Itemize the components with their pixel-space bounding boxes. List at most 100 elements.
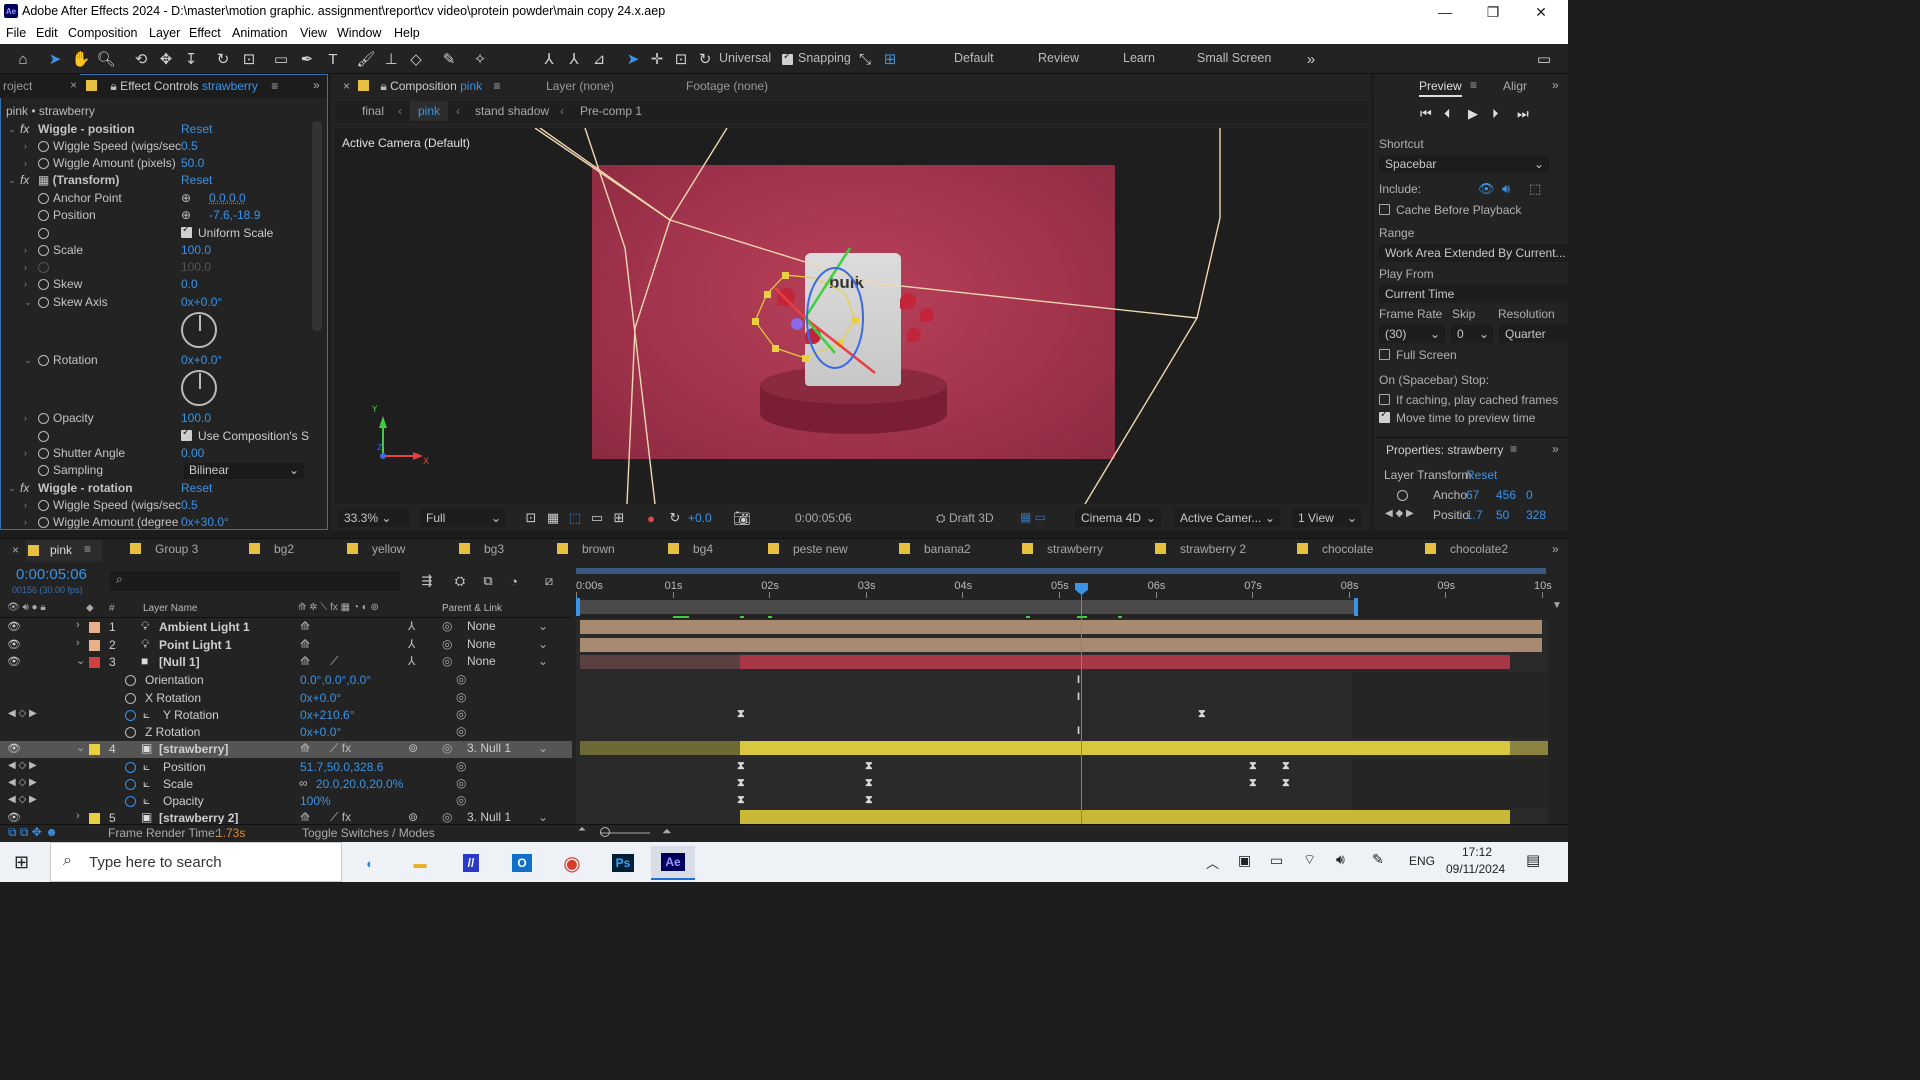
track-bar-point-light[interactable] <box>580 638 1542 652</box>
region-of-interest-icon[interactable]: ▭ <box>586 507 608 529</box>
effect-controls-tab[interactable]: 🔒︎ Effect Controls strawberry ≡ <box>86 79 278 94</box>
graph-editor-icon[interactable]: ⧄ <box>538 570 560 592</box>
3d-layer-icon[interactable]: ⊚ <box>408 810 418 824</box>
lock-icon[interactable]: 🔒︎ <box>110 79 116 93</box>
param-value[interactable]: 100.0 <box>181 411 211 425</box>
close-tab-icon[interactable]: × <box>343 79 350 93</box>
layer-name[interactable]: [strawberry 2] <box>159 811 238 825</box>
menu-view[interactable]: View <box>300 26 327 40</box>
pickwhip-icon[interactable]: ◎ <box>442 741 452 755</box>
quality-switch-icon[interactable]: ⟋ fx <box>330 810 351 825</box>
pen-icon[interactable]: ✎ <box>1372 851 1384 868</box>
cache-before-checkbox[interactable] <box>1379 204 1390 215</box>
track-bar-null[interactable] <box>740 655 1510 669</box>
shy-layers-icon[interactable]: ⧉ <box>477 570 499 592</box>
grid-guides-icon[interactable]: ⊞ <box>608 507 630 529</box>
layer-row[interactable]: 👁︎ ⌄ 3 ■ [Null 1] ⟰ ⟋ ⅄ ◎ None ⌄ <box>0 654 572 671</box>
viewer-timecode[interactable]: 0:00:05:06 <box>795 511 852 525</box>
timeline-tab[interactable]: chocolate <box>1297 542 1373 556</box>
layer-name[interactable]: [Null 1] <box>159 655 200 669</box>
keyframe-marker[interactable]: ⧗ <box>865 777 873 790</box>
composition-tab[interactable]: 🔒︎ Composition pink ≡ <box>358 79 501 94</box>
layer-search-input[interactable]: ⌕ <box>110 571 400 591</box>
graph-icon[interactable]: ⟀ <box>143 793 150 808</box>
align-tab[interactable]: Aligr <box>1503 79 1527 93</box>
workspace-default[interactable]: Default <box>954 51 994 65</box>
keyframe-marker[interactable]: ⧗ <box>1198 708 1206 721</box>
graph-icon[interactable]: ⟀ <box>143 759 150 774</box>
breadcrumb-stand-shadow[interactable]: stand shadow <box>475 104 549 118</box>
zoom-out-icon[interactable]: ⏶ <box>578 824 586 835</box>
shy-switch-icon[interactable]: ⟰ <box>300 637 310 651</box>
stopwatch-icon[interactable] <box>38 193 49 204</box>
menu-composition[interactable]: Composition <box>68 26 137 40</box>
anchor-y-value[interactable]: 456 <box>1496 488 1516 502</box>
pen-tool-icon[interactable]: ✒ <box>296 48 318 70</box>
prop-value[interactable]: 0.0°,0.0°,0.0° <box>300 673 371 687</box>
shortcut-dropdown[interactable]: Spacebar ⌄ <box>1379 155 1549 173</box>
windows-start-icon[interactable]: ⊞ <box>14 852 29 873</box>
move-time-checkbox[interactable] <box>1379 409 1390 423</box>
expand-layer-icon[interactable]: ⌄ <box>76 654 85 667</box>
effect-scrollbar[interactable] <box>312 121 322 331</box>
properties-reset-link[interactable]: Reset <box>1466 468 1497 482</box>
preview-resolution-dropdown[interactable]: Quarter <box>1499 325 1568 343</box>
work-area-track[interactable] <box>576 568 1546 574</box>
include-overlays-icon[interactable]: ⬚ <box>1529 181 1541 197</box>
position-x-value[interactable]: 1.7 <box>1466 508 1483 522</box>
play-from-dropdown[interactable]: Current Time <box>1379 285 1568 303</box>
constrain-proportions-icon[interactable]: ∞ <box>299 776 308 790</box>
visibility-eye-icon[interactable]: 👁︎ <box>7 655 21 668</box>
previous-frame-icon[interactable]: ⏴ <box>1444 106 1451 122</box>
scale-gizmo-icon[interactable]: ⊡ <box>670 48 692 70</box>
rotation-dial[interactable] <box>181 370 217 406</box>
eraser-tool-icon[interactable]: ◇ <box>405 48 427 70</box>
layer-label-color[interactable] <box>89 640 100 651</box>
clone-stamp-icon[interactable]: ⊥ <box>380 48 402 70</box>
layer-row[interactable]: 👁︎ › 1 💡︎ Ambient Light 1 ⟰ ⅄ ◎ None ⌄ <box>0 619 572 636</box>
visibility-eye-icon[interactable]: 👁︎ <box>7 742 21 755</box>
timeline-tab[interactable]: peste new <box>768 542 848 556</box>
layer-name[interactable]: Point Light 1 <box>159 638 232 652</box>
exposure-value[interactable]: +0.0 <box>688 511 712 525</box>
skew-axis-dial[interactable] <box>181 312 217 348</box>
keyframe-nav-icon[interactable]: ◀ ◇ ▶ <box>8 760 37 771</box>
shy-switch-icon[interactable]: ⟰ <box>300 619 310 633</box>
draft-3d-toggle[interactable]: ⛭ Draft 3D <box>936 511 994 526</box>
track-bar-ambient-light[interactable] <box>580 620 1542 634</box>
dolly-tool-icon[interactable]: ↧ <box>180 48 202 70</box>
expand-layer-icon[interactable]: › <box>76 637 80 649</box>
panel-menu-icon[interactable]: ≡ <box>271 79 278 93</box>
layer-label-color[interactable] <box>89 622 100 633</box>
expand-layer-icon[interactable]: › <box>76 810 80 822</box>
world-axis-icon[interactable]: ⅄ <box>563 48 585 70</box>
stopwatch-icon[interactable] <box>38 431 49 442</box>
stopwatch-icon[interactable] <box>38 465 49 476</box>
close-icon[interactable]: ✕ <box>1526 2 1556 22</box>
keyframe-marker[interactable]: ⧗ <box>737 794 745 807</box>
rectangle-tool-icon[interactable]: ▭ <box>270 48 292 70</box>
anchor-x-value[interactable]: 67 <box>1466 488 1479 502</box>
camera-dropdown[interactable]: Active Camer... ⌄ <box>1174 509 1280 527</box>
3d-layer-icon[interactable]: ⅄ <box>408 637 415 651</box>
close-tab-icon[interactable]: × <box>70 78 77 92</box>
workspace-review[interactable]: Review <box>1038 51 1079 65</box>
puppet-tool-icon[interactable]: ✧ <box>469 48 491 70</box>
panel-menu-icon[interactable]: ≡ <box>1470 78 1477 92</box>
track-bar-strawberry-2[interactable] <box>740 810 1510 824</box>
keyframe-marker[interactable]: I <box>1077 674 1080 686</box>
include-audio-icon[interactable]: 🔊︎ <box>1502 181 1510 197</box>
motion-blur-icon[interactable]: ◔ <box>503 570 525 592</box>
keyframe-marker[interactable]: ⧗ <box>865 794 873 807</box>
stopwatch-icon[interactable] <box>38 413 49 424</box>
expand-layer-icon[interactable]: › <box>76 619 80 631</box>
snap-grid-icon[interactable]: ⊞ <box>879 48 901 70</box>
timeline-tab[interactable]: bg2 <box>249 542 294 556</box>
file-explorer-icon[interactable]: ▬ <box>398 846 442 880</box>
position-z-value[interactable]: 328 <box>1526 508 1546 522</box>
chrome-icon[interactable]: ◉ <box>550 846 594 880</box>
breadcrumb-final[interactable]: final <box>362 104 384 118</box>
stopwatch-icon[interactable] <box>38 517 49 528</box>
stopwatch-icon[interactable] <box>38 228 49 239</box>
effect-transform[interactable]: ⌄ fx ▦ (Transform) Reset <box>0 173 310 190</box>
